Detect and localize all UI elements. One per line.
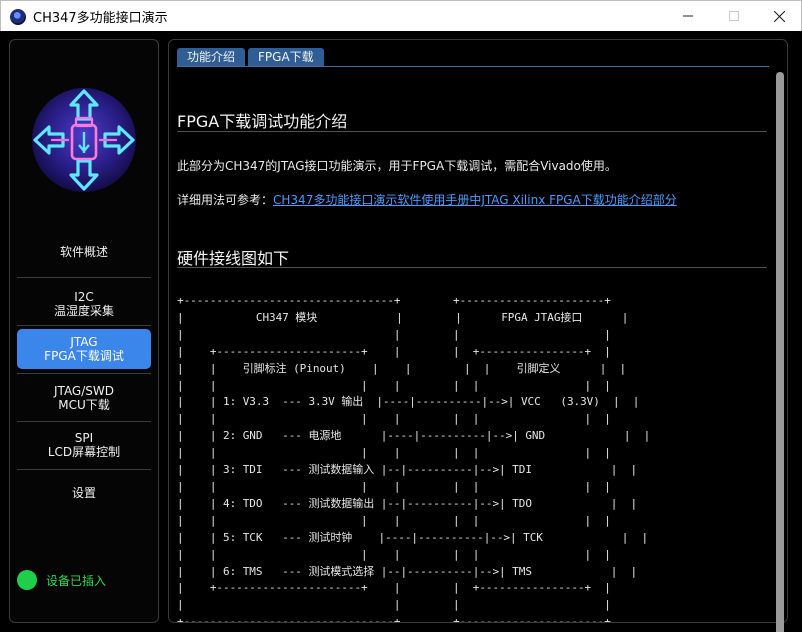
diagram-line: | | 1: V3.3 --- 3.3V 输出 |----|----------… <box>177 395 640 409</box>
diagram-line: | | 引脚标注 (Pinout) | | | | 引脚定义 | | <box>177 361 627 375</box>
manual-link[interactable]: CH347多功能接口演示软件使用手册中JTAG Xilinx FPGA下载功能介… <box>273 193 677 207</box>
tab-underline <box>177 66 769 67</box>
diagram-line: +--------------------------------+ +----… <box>177 294 611 307</box>
maximize-icon <box>729 11 739 21</box>
diagram-line: | | | | <box>177 598 611 612</box>
diagram-line: +--------------------------------+ +----… <box>177 615 611 623</box>
diagram-line: | +----------------------+ | | +--------… <box>177 581 611 595</box>
scrollbar-thumb[interactable] <box>776 72 784 632</box>
tab-fpga-download[interactable]: FPGA下载 <box>248 48 324 66</box>
sidebar-item-label: 设置 <box>71 486 96 500</box>
heading-divider <box>177 131 767 132</box>
reference-paragraph: 详细用法可参考：CH347多功能接口演示软件使用手册中JTAG Xilinx F… <box>177 191 677 208</box>
tab-bar: 功能介绍 FPGA下载 <box>177 48 327 66</box>
minimize-button[interactable] <box>665 1 711 31</box>
diagram-line: | | | | | | | | <box>177 479 611 493</box>
close-button[interactable] <box>756 1 802 31</box>
sidebar-item-spi[interactable]: SPI LCD屏幕控制 <box>17 425 151 465</box>
diagram-line: | | 6: TMS --- 测试模式选择 |--|----------|-->… <box>177 564 638 578</box>
intro-paragraph: 此部分为CH347的JTAG接口功能演示，用于FPGA下载调试，需配合Vivad… <box>177 159 617 173</box>
sidebar-item-label: SPI <box>74 431 94 445</box>
diagram-line: | | | | | | | | <box>177 547 611 561</box>
diagram-line: | | 4: TDO --- 测试数据输出 |--|----------|-->… <box>177 496 638 510</box>
section-heading-wiring: 硬件接线图如下 <box>177 249 290 268</box>
app-logo-icon <box>10 8 26 25</box>
main-panel: 功能介绍 FPGA下载 FPGA下载调试功能介绍 此部分为CH347的JTAG接… <box>168 39 788 623</box>
window-body: 软件概述 I2C 温湿度采集 JTAG FPGA下载调试 JTAG/SWD MC… <box>0 31 802 632</box>
tab-intro[interactable]: 功能介绍 <box>177 48 246 66</box>
sidebar-item-label: 软件概述 <box>59 245 108 259</box>
status-text: 设备已插入 <box>46 573 107 588</box>
diagram-line: | | | | <box>177 327 611 341</box>
sidebar-divider <box>17 325 151 326</box>
diagram-line: | | 2: GND --- 电源地 |----|----------|-->|… <box>177 429 651 443</box>
maximize-button[interactable] <box>711 1 757 31</box>
sidebar-item-jtag-swd[interactable]: JTAG/SWD MCU下载 <box>17 378 151 418</box>
heading-divider <box>177 267 767 268</box>
sidebar-item-settings[interactable]: 设置 <box>17 480 151 506</box>
section-heading-intro: FPGA下载调试功能介绍 <box>177 112 348 131</box>
window-title: CH347多功能接口演示 <box>33 11 168 26</box>
sidebar-divider <box>17 277 151 278</box>
close-icon <box>773 10 785 22</box>
vertical-scrollbar[interactable] <box>776 72 784 632</box>
sidebar-item-label: JTAG <box>70 335 98 349</box>
title-bar: CH347多功能接口演示 <box>0 0 802 32</box>
usb-arrows-logo-icon <box>32 88 136 192</box>
diagram-line: | | | | | | | | <box>177 412 611 426</box>
sidebar-divider <box>17 469 151 470</box>
sidebar-item-label: JTAG/SWD <box>54 384 114 398</box>
diagram-line: | | | | | | | | <box>177 378 611 392</box>
diagram-line: | | 5: TCK --- 测试时钟 |----|----------|-->… <box>177 530 649 544</box>
diagram-line: | | | | | | | | <box>177 446 611 460</box>
sidebar-item-sublabel: MCU下载 <box>58 398 110 412</box>
sidebar-item-overview[interactable]: 软件概述 <box>17 238 151 266</box>
sidebar-divider <box>17 373 151 374</box>
sidebar: 软件概述 I2C 温湿度采集 JTAG FPGA下载调试 JTAG/SWD MC… <box>9 39 159 623</box>
sidebar-item-jtag-fpga[interactable]: JTAG FPGA下载调试 <box>17 329 151 369</box>
diagram-line: | | | | | | | | <box>177 513 611 527</box>
minimize-icon <box>683 15 693 17</box>
status-indicator-icon <box>17 570 37 590</box>
sidebar-item-sublabel: FPGA下载调试 <box>44 349 124 363</box>
diagram-line: | | 3: TDI --- 测试数据输入 |--|----------|-->… <box>177 463 638 477</box>
diagram-line: | +----------------------+ | | +--------… <box>177 344 611 358</box>
sidebar-item-sublabel: LCD屏幕控制 <box>47 445 121 459</box>
sidebar-divider <box>17 421 151 422</box>
sidebar-item-sublabel: 温湿度采集 <box>53 304 114 318</box>
reference-prefix: 详细用法可参考： <box>177 193 274 207</box>
sidebar-item-i2c[interactable]: I2C 温湿度采集 <box>17 284 151 324</box>
device-status: 设备已插入 <box>17 570 106 590</box>
diagram-line: | CH347 模块 | | FPGA JTAG接口 | <box>177 310 629 324</box>
sidebar-item-label: I2C <box>74 290 94 304</box>
wiring-diagram: +--------------------------------+ +----… <box>177 293 651 623</box>
